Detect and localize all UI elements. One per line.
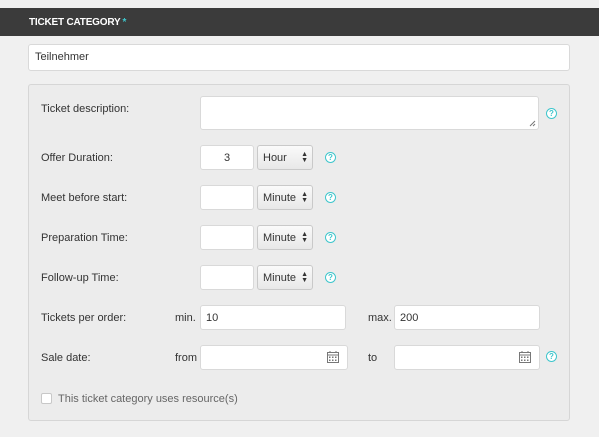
select-arrows-icon: ▲ ▼ (301, 151, 308, 164)
select-arrows-icon: ▲ ▼ (301, 271, 308, 284)
select-arrows-icon: ▲ ▼ (301, 191, 308, 204)
required-marker: * (122, 17, 127, 28)
preparation-label: Preparation Time: (41, 232, 128, 244)
resize-handle-icon[interactable] (529, 120, 536, 127)
follow-up-label: Follow-up Time: (41, 272, 119, 284)
uses-resources-checkbox[interactable] (41, 393, 52, 404)
follow-up-unit-select[interactable]: Minute ▲ ▼ (257, 265, 313, 290)
follow-up-unit-value: Minute (263, 272, 297, 284)
category-name-input[interactable]: Teilnehmer (28, 44, 570, 71)
sale-date-from-input[interactable] (200, 345, 348, 370)
tickets-per-order-label: Tickets per order: (41, 312, 127, 324)
follow-up-input[interactable] (200, 265, 254, 290)
calendar-icon[interactable] (327, 351, 339, 363)
category-settings-panel (28, 84, 570, 421)
sale-date-label: Sale date: (41, 352, 91, 364)
tickets-min-input[interactable]: 10 (200, 305, 346, 330)
offer-duration-input[interactable]: 3 (200, 145, 254, 170)
select-arrows-icon: ▲ ▼ (301, 231, 308, 244)
help-icon[interactable]: ? (325, 192, 336, 203)
meet-before-label: Meet before start: (41, 192, 128, 204)
offer-duration-label: Offer Duration: (41, 152, 113, 164)
description-textarea[interactable] (200, 96, 539, 130)
preparation-unit-select[interactable]: Minute ▲ ▼ (257, 225, 313, 250)
calendar-icon[interactable] (519, 351, 531, 363)
help-icon[interactable]: ? (325, 152, 336, 163)
offer-duration-unit-select[interactable]: Hour ▲ ▼ (257, 145, 313, 170)
description-label: Ticket description: (41, 103, 130, 115)
max-label: max. (368, 312, 392, 324)
meet-before-unit-select[interactable]: Minute ▲ ▼ (257, 185, 313, 210)
tickets-max-input[interactable]: 200 (394, 305, 540, 330)
to-label: to (368, 352, 378, 364)
meet-before-input[interactable] (200, 185, 254, 210)
sale-date-to-input[interactable] (394, 345, 540, 370)
meet-before-unit-value: Minute (263, 192, 297, 204)
preparation-unit-value: Minute (263, 232, 297, 244)
section-title: TICKET CATEGORY * (29, 17, 127, 28)
help-icon[interactable]: ? (325, 272, 336, 283)
min-label: min. (175, 312, 196, 324)
preparation-input[interactable] (200, 225, 254, 250)
offer-duration-unit-value: Hour (263, 152, 287, 164)
help-icon[interactable]: ? (546, 108, 557, 119)
help-icon[interactable]: ? (546, 351, 557, 362)
uses-resources-label[interactable]: This ticket category uses resource(s) (58, 393, 238, 405)
from-label: from (175, 352, 197, 364)
help-icon[interactable]: ? (325, 232, 336, 243)
section-header: TICKET CATEGORY * (0, 8, 599, 36)
